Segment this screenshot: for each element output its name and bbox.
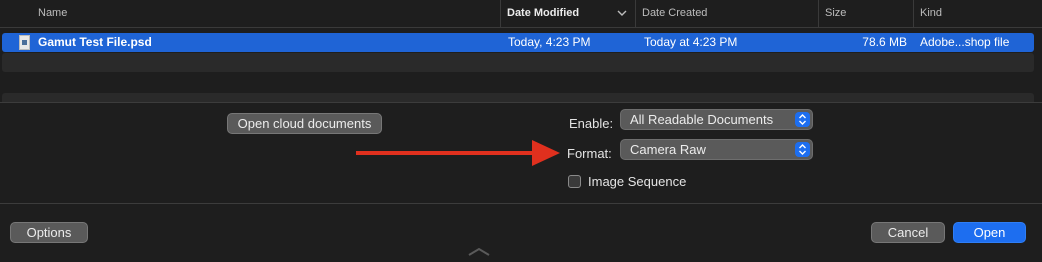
column-header: Name Date Modified Date Created Size Kin… <box>0 0 1042 28</box>
image-sequence-checkbox[interactable] <box>568 175 581 188</box>
options-button[interactable]: Options <box>10 222 88 243</box>
footer-divider <box>0 203 1042 204</box>
file-size: 78.6 MB <box>862 35 907 49</box>
enable-label: Enable: <box>569 116 614 131</box>
format-value: Camera Raw <box>630 142 706 157</box>
file-row[interactable]: Gamut Test File.psd Today, 4:23 PM Today… <box>2 33 1034 52</box>
format-select[interactable]: Camera Raw <box>620 139 813 160</box>
file-kind: Adobe...shop file <box>920 35 1010 49</box>
column-name[interactable]: Name <box>38 0 67 27</box>
file-date-created: Today at 4:23 PM <box>644 35 738 49</box>
column-size[interactable]: Size <box>818 0 913 27</box>
enable-select[interactable]: All Readable Documents <box>620 109 813 130</box>
file-date-modified: Today, 4:23 PM <box>508 35 591 49</box>
panel-divider <box>0 102 1042 103</box>
format-label: Format: <box>567 146 612 161</box>
resize-handle-icon[interactable] <box>467 244 491 262</box>
column-date-created[interactable]: Date Created <box>635 0 818 27</box>
red-arrow-annotation <box>356 140 560 166</box>
up-down-chevron-icon <box>795 112 810 127</box>
image-sequence-label: Image Sequence <box>588 174 687 189</box>
enable-value: All Readable Documents <box>630 112 774 127</box>
psd-file-icon <box>19 35 30 50</box>
cancel-button[interactable]: Cancel <box>871 222 945 243</box>
up-down-chevron-icon <box>795 142 810 157</box>
column-kind[interactable]: Kind <box>913 0 1042 27</box>
list-bottom <box>2 93 1034 102</box>
column-date-modified[interactable]: Date Modified <box>500 0 635 27</box>
file-browser: Name Date Modified Date Created Size Kin… <box>0 0 1042 102</box>
open-cloud-documents-button[interactable]: Open cloud documents <box>227 113 382 134</box>
empty-row <box>2 53 1034 72</box>
open-button[interactable]: Open <box>953 222 1026 243</box>
chevron-down-icon <box>617 9 627 20</box>
file-name: Gamut Test File.psd <box>38 35 152 49</box>
